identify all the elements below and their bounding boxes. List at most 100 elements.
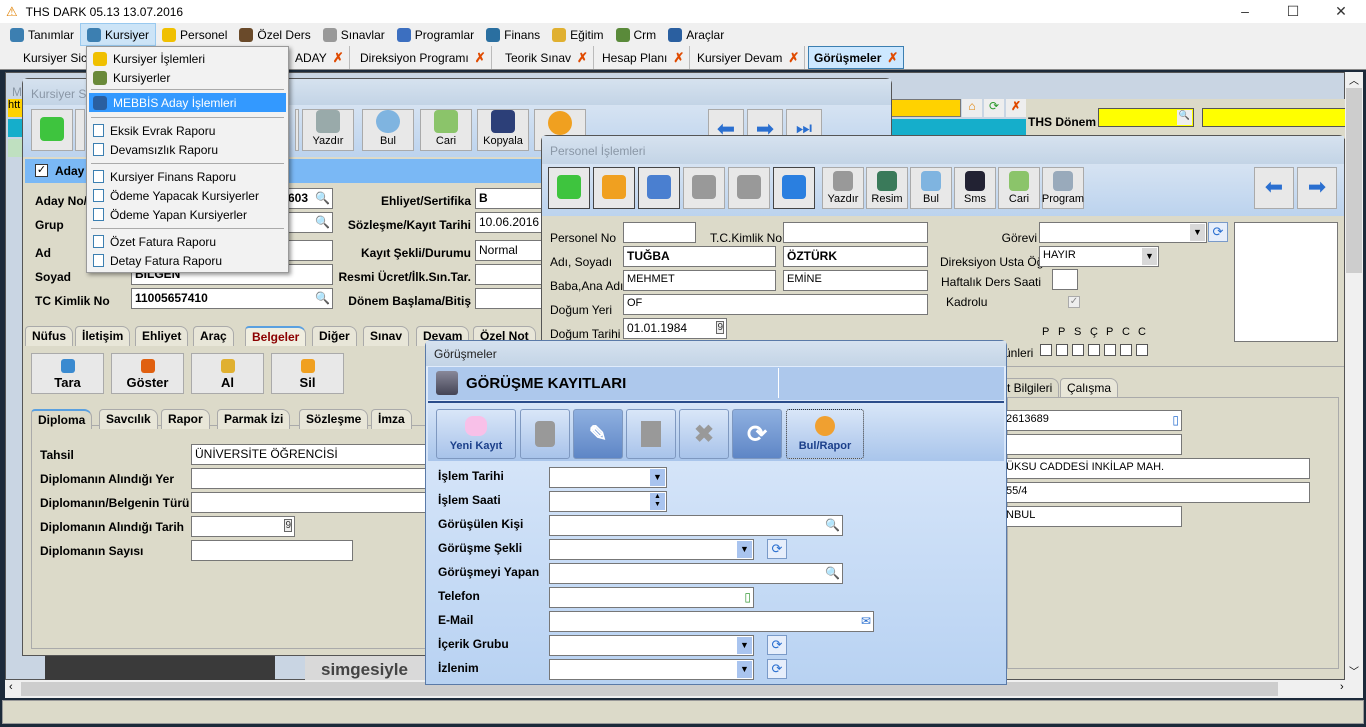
edit-button[interactable]: ✎ [573,409,623,459]
menu-3[interactable]: Özel Ders [233,23,316,46]
sub-tab-5[interactable]: İmza [371,409,412,429]
sub-tab-4[interactable]: Sözleşme [299,409,369,429]
personel-toolbar-button[interactable]: Program [1042,167,1084,209]
kursiyer-field[interactable]: 10.06.2016 [475,212,545,233]
menu-6[interactable]: Finans [480,23,546,46]
personel-toolbar-button[interactable]: Resim [866,167,908,209]
refresh-button[interactable] [773,167,815,209]
doc-tab[interactable]: Görüşmeler ✗ [808,46,905,69]
kursiyer-field[interactable] [475,288,545,309]
refresh-icon[interactable]: ⟳ [1208,222,1228,242]
clipboard-button[interactable] [683,167,725,209]
tab-calisma[interactable]: Çalışma [1060,378,1119,398]
menu-item[interactable]: Devamsızlık Raporu [89,140,286,159]
menu-item[interactable]: Ödeme Yapacak Kursiyerler [89,186,286,205]
gorusme-field-6[interactable]: ✉ [549,611,874,632]
refresh-icon[interactable]: ⟳ [767,659,787,679]
search-icon[interactable]: 🔍 [315,191,330,205]
aday-checkbox[interactable]: ✓ [35,164,48,177]
tab-0[interactable]: Nüfus [25,326,73,346]
tab-1[interactable]: İletişim [75,326,131,346]
menu-0[interactable]: Tanımlar [4,23,80,46]
copy-button[interactable]: Kopyala [477,109,529,151]
day-checkbox[interactable] [1088,344,1100,356]
birth-date-field[interactable]: 01.01.1984 9 [623,318,727,339]
doc-button[interactable]: Sil [271,353,344,394]
personel-field[interactable] [1052,269,1078,290]
tab-6[interactable]: Sınav [363,326,410,346]
doc-button[interactable]: Tara [31,353,104,394]
tab-5[interactable]: Diğer [312,326,357,346]
search-icon[interactable]: 🔍 [1177,110,1192,125]
direksiyon-select[interactable]: HAYIR ▼ [1039,246,1159,267]
close-tab-icon[interactable]: ✗ [887,50,898,66]
find-button[interactable]: Bul [362,109,414,151]
delete-button[interactable] [520,409,570,459]
scrollbar-thumb[interactable] [1346,88,1362,273]
personel-field[interactable]: TUĞBA [623,246,776,267]
personel-field[interactable]: OF [623,294,928,315]
personel-field[interactable]: EMİNE [783,270,928,291]
close-button[interactable]: ✕ [1318,0,1364,23]
vertical-scrollbar[interactable]: ︿ ﹀ [1345,72,1363,680]
day-checkbox[interactable] [1120,344,1132,356]
doc-tab[interactable]: Kursiyer Devam ✗ [692,46,806,69]
ths-donem-input[interactable]: 🔍 [1098,108,1194,127]
tab-3[interactable]: Araç [193,326,234,346]
diploma-field[interactable] [191,468,431,489]
toolbar-button[interactable] [75,109,85,151]
menu-1[interactable]: Kursiyer [80,23,157,46]
edit-button[interactable] [638,167,680,209]
tab-4[interactable]: Belgeler [245,326,307,346]
add-button[interactable] [548,167,590,209]
menu-9[interactable]: Araçlar [662,23,730,46]
diploma-field[interactable]: 9 [191,516,295,537]
menu-item[interactable]: Detay Fatura Raporu [89,251,286,270]
close-tab-icon[interactable]: ✗ [333,50,344,66]
home-icon[interactable]: ⌂ [962,99,982,117]
contact-field[interactable]: 55/4 [1002,482,1310,503]
sub-tab-0[interactable]: Diploma [31,409,93,429]
day-checkbox[interactable] [1056,344,1068,356]
calendar-icon[interactable]: 9 [716,321,724,334]
menu-2[interactable]: Personel [156,23,233,46]
sub-tab-1[interactable]: Savcılık [99,409,158,429]
doc-button[interactable]: Al [191,353,264,394]
cancel-button[interactable] [728,167,770,209]
contact-field[interactable]: 2613689 ▯ [1002,410,1182,431]
sub-tab-3[interactable]: Parmak İzi [217,409,291,429]
personel-toolbar-button[interactable]: Cari [998,167,1040,209]
kursiyer-field[interactable]: B [475,188,545,209]
minimize-button[interactable]: – [1222,0,1268,23]
cari-button[interactable]: Cari [420,109,472,151]
diploma-field[interactable] [191,492,431,513]
next-button[interactable]: ➡ [1297,167,1337,209]
refresh-icon[interactable]: ⟳ [767,635,787,655]
kursiyer-field[interactable]: Normal [475,240,545,261]
gorusme-field-2[interactable]: 🔍 [549,515,843,536]
search-icon[interactable]: 🔍 [315,291,330,305]
day-checkbox[interactable] [1072,344,1084,356]
personel-field[interactable]: ÖZTÜRK [783,246,928,267]
refresh-icon[interactable]: ⟳ [767,539,787,559]
tab-bilgiler[interactable]: t Bilgileri [1000,378,1060,398]
refresh-icon[interactable]: ⟳ [984,99,1004,117]
menu-item[interactable]: MEBBİS Aday İşlemleri [89,93,286,112]
doc-tab[interactable]: Direksiyon Programı ✗ [355,46,492,69]
prev-button[interactable]: ⬅ [1254,167,1294,209]
gorusme-field-0[interactable]: ▼ [549,467,667,488]
cancel-button[interactable]: ✖ [679,409,729,459]
new-record-button[interactable]: Yeni Kayıt [436,409,516,459]
personel-field[interactable] [783,222,928,243]
gorusme-field-4[interactable]: 🔍 [549,563,843,584]
add-button[interactable] [31,109,73,151]
contact-field[interactable]: NBUL [1002,506,1182,527]
day-checkbox[interactable] [1040,344,1052,356]
personel-toolbar-button[interactable]: Sms [954,167,996,209]
back-yellow-field[interactable] [891,99,961,117]
personel-toolbar-button[interactable]: Yazdır [822,167,864,209]
kadrolu-checkbox[interactable]: ✓ [1068,296,1080,308]
menu-8[interactable]: Crm [610,23,663,46]
gorusme-field-1[interactable]: ▲ ▼ [549,491,667,512]
menu-7[interactable]: Eğitim [546,23,609,46]
